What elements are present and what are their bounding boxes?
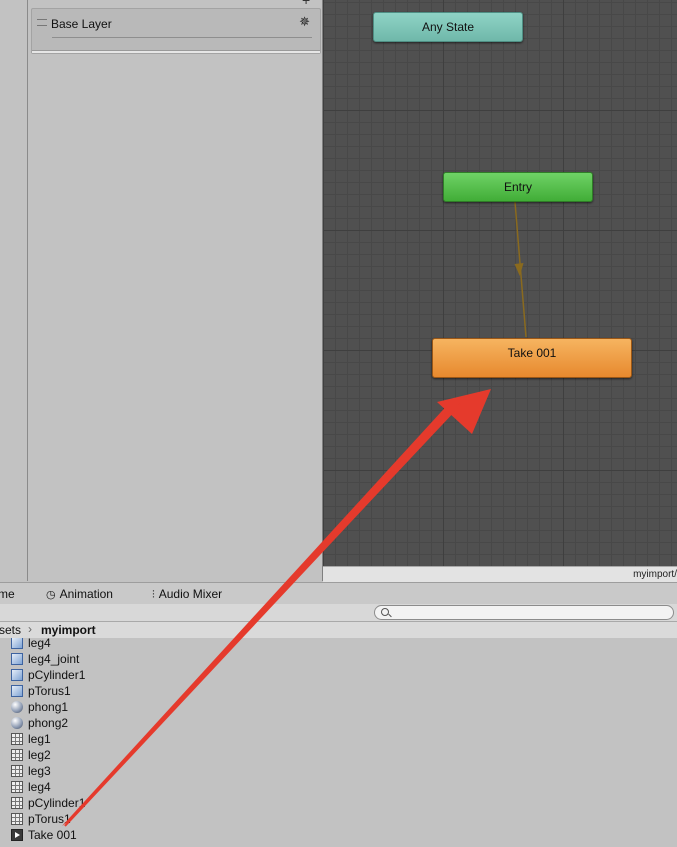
tab-bar: me ◷ Animation ⫶ Audio Mixer (0, 582, 677, 605)
mesh-filter-icon (11, 749, 23, 761)
clock-icon: ◷ (46, 589, 56, 601)
state-any-state[interactable]: Any State (373, 12, 523, 42)
tab-audio-mixer[interactable]: ⫶ Audio Mixer (152, 587, 222, 602)
asset-label: leg4 (28, 638, 51, 650)
graph-breadcrumb: myimport/ (323, 566, 677, 582)
asset-label: pTorus1 (28, 684, 71, 698)
asset-label: pCylinder1 (28, 796, 86, 810)
tab-audio-mixer-label: Audio Mixer (158, 587, 223, 601)
state-entry[interactable]: Entry (443, 172, 593, 202)
breadcrumb-assets[interactable]: sets (0, 623, 21, 637)
layers-panel: + Base Layer ✵ (28, 0, 323, 581)
layer-divider (32, 50, 320, 53)
asset-label: leg3 (28, 764, 51, 778)
asset-label: Take 001 (28, 828, 77, 842)
material-icon (11, 701, 23, 713)
animation-clip-icon (11, 829, 23, 841)
tab-animation-label: Animation (59, 587, 113, 601)
project-toolbar (0, 604, 677, 622)
animator-graph[interactable]: Any State Entry Take 001 (323, 0, 677, 566)
mesh-filter-icon (11, 797, 23, 809)
search-input[interactable] (374, 605, 674, 620)
mesh-filter-icon (11, 781, 23, 793)
asset-label: leg4_joint (28, 652, 80, 666)
state-take-001[interactable]: Take 001 (432, 338, 632, 378)
search-icon (381, 608, 389, 616)
asset-label: leg1 (28, 732, 51, 746)
mesh-filter-icon (11, 813, 23, 825)
mesh-icon (11, 685, 23, 697)
gear-icon[interactable]: ✵ (299, 14, 310, 30)
layer-weight-bar (52, 37, 312, 38)
asset-label: pTorus1 (28, 812, 71, 826)
asset-label: phong2 (28, 716, 69, 730)
tab-game[interactable]: me (0, 587, 15, 601)
asset-list: leg4 leg4_joint pCylinder1 pTorus1 phong… (0, 638, 677, 847)
material-icon (11, 717, 23, 729)
mesh-icon (11, 638, 23, 649)
mixer-icon: ⫶ (152, 589, 155, 601)
layer-item-base-layer[interactable]: Base Layer ✵ (31, 8, 321, 54)
graph-path-label[interactable]: myimport/ (633, 569, 677, 580)
mesh-icon (11, 669, 23, 681)
drag-handle-icon[interactable] (37, 19, 47, 26)
chevron-right-icon: › (28, 622, 32, 636)
transition-arrow[interactable] (323, 0, 677, 566)
asset-label: pCylinder1 (28, 668, 86, 682)
left-panel-strip (0, 0, 28, 581)
asset-label: phong1 (28, 700, 69, 714)
mesh-filter-icon (11, 733, 23, 745)
add-layer-button[interactable]: + (302, 0, 310, 8)
mesh-filter-icon (11, 765, 23, 777)
breadcrumb-myimport[interactable]: myimport (41, 623, 96, 637)
mesh-icon (11, 653, 23, 665)
project-breadcrumb: sets › myimport (0, 622, 677, 639)
tab-animation[interactable]: ◷ Animation (46, 587, 113, 601)
asset-label: leg2 (28, 748, 51, 762)
layer-name: Base Layer (51, 17, 112, 31)
asset-label: leg4 (28, 780, 51, 794)
